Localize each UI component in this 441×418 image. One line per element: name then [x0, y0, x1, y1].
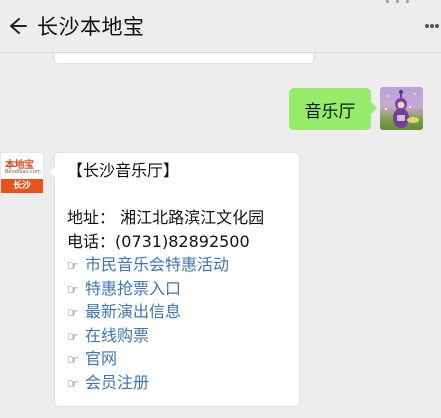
bot-avatar[interactable]: 本地宝 Bendibao.com 长沙: [0, 152, 44, 194]
bot-avatar-city: 长沙: [1, 179, 43, 193]
link-item[interactable]: ☞ 在线购票: [67, 324, 297, 348]
teletubby-avatar-icon: [385, 90, 419, 128]
back-arrow-icon[interactable]: [6, 14, 28, 38]
pointing-hand-icon: ☞: [67, 376, 79, 392]
link-member-signup[interactable]: 会员注册: [85, 373, 149, 392]
link-item[interactable]: ☞ 特惠抢票入口: [67, 277, 297, 301]
link-ticket-entry[interactable]: 特惠抢票入口: [85, 279, 181, 298]
more-dots-icon: [386, 0, 418, 5]
link-latest-shows[interactable]: 最新演出信息: [85, 302, 181, 321]
phone-value: (0731)82892500: [115, 231, 250, 251]
message-heading: 【长沙音乐厅】: [67, 161, 180, 180]
link-item[interactable]: ☞ 市民音乐会特惠活动: [67, 253, 297, 277]
user-avatar[interactable]: [380, 87, 423, 130]
link-official-site[interactable]: 官网: [85, 349, 117, 368]
pointing-hand-icon: ☞: [67, 306, 79, 321]
sent-message-text: 音乐厅: [304, 101, 356, 122]
chat-title: 长沙本地宝: [37, 15, 145, 39]
address-label: 地址：: [67, 208, 116, 227]
link-item[interactable]: ☞ 会员注册: [67, 371, 297, 395]
link-concert-discount[interactable]: 市民音乐会特惠活动: [85, 255, 229, 274]
pointing-hand-icon: ☞: [67, 329, 79, 345]
pointing-hand-icon: ☞: [67, 282, 79, 298]
pointing-hand-icon: ☞: [67, 259, 79, 274]
previous-message-card: [54, 53, 314, 64]
phone-line: 电话：(0731)82892500: [67, 230, 297, 254]
address-line: 地址： 湘江北路滨江文化园: [67, 206, 297, 230]
sent-message-bubble[interactable]: 音乐厅: [289, 88, 377, 130]
received-message-bubble: 【长沙音乐厅】 地址： 湘江北路滨江文化园 电话：(0731)82892500 …: [48, 152, 300, 407]
pointing-hand-icon: ☞: [67, 353, 79, 368]
chat-header: 长沙本地宝: [0, 0, 441, 53]
link-item[interactable]: ☞ 官网: [67, 347, 297, 371]
address-value: 湘江北路滨江文化园: [120, 208, 265, 227]
more-options-icon[interactable]: [425, 24, 439, 30]
link-item[interactable]: ☞ 最新演出信息: [67, 300, 297, 324]
bot-avatar-url: Bendibao.com: [5, 169, 41, 175]
link-online-booking[interactable]: 在线购票: [85, 326, 149, 345]
message-content: 【长沙音乐厅】 地址： 湘江北路滨江文化园 电话：(0731)82892500 …: [67, 159, 297, 394]
phone-label: 电话：: [67, 231, 116, 251]
